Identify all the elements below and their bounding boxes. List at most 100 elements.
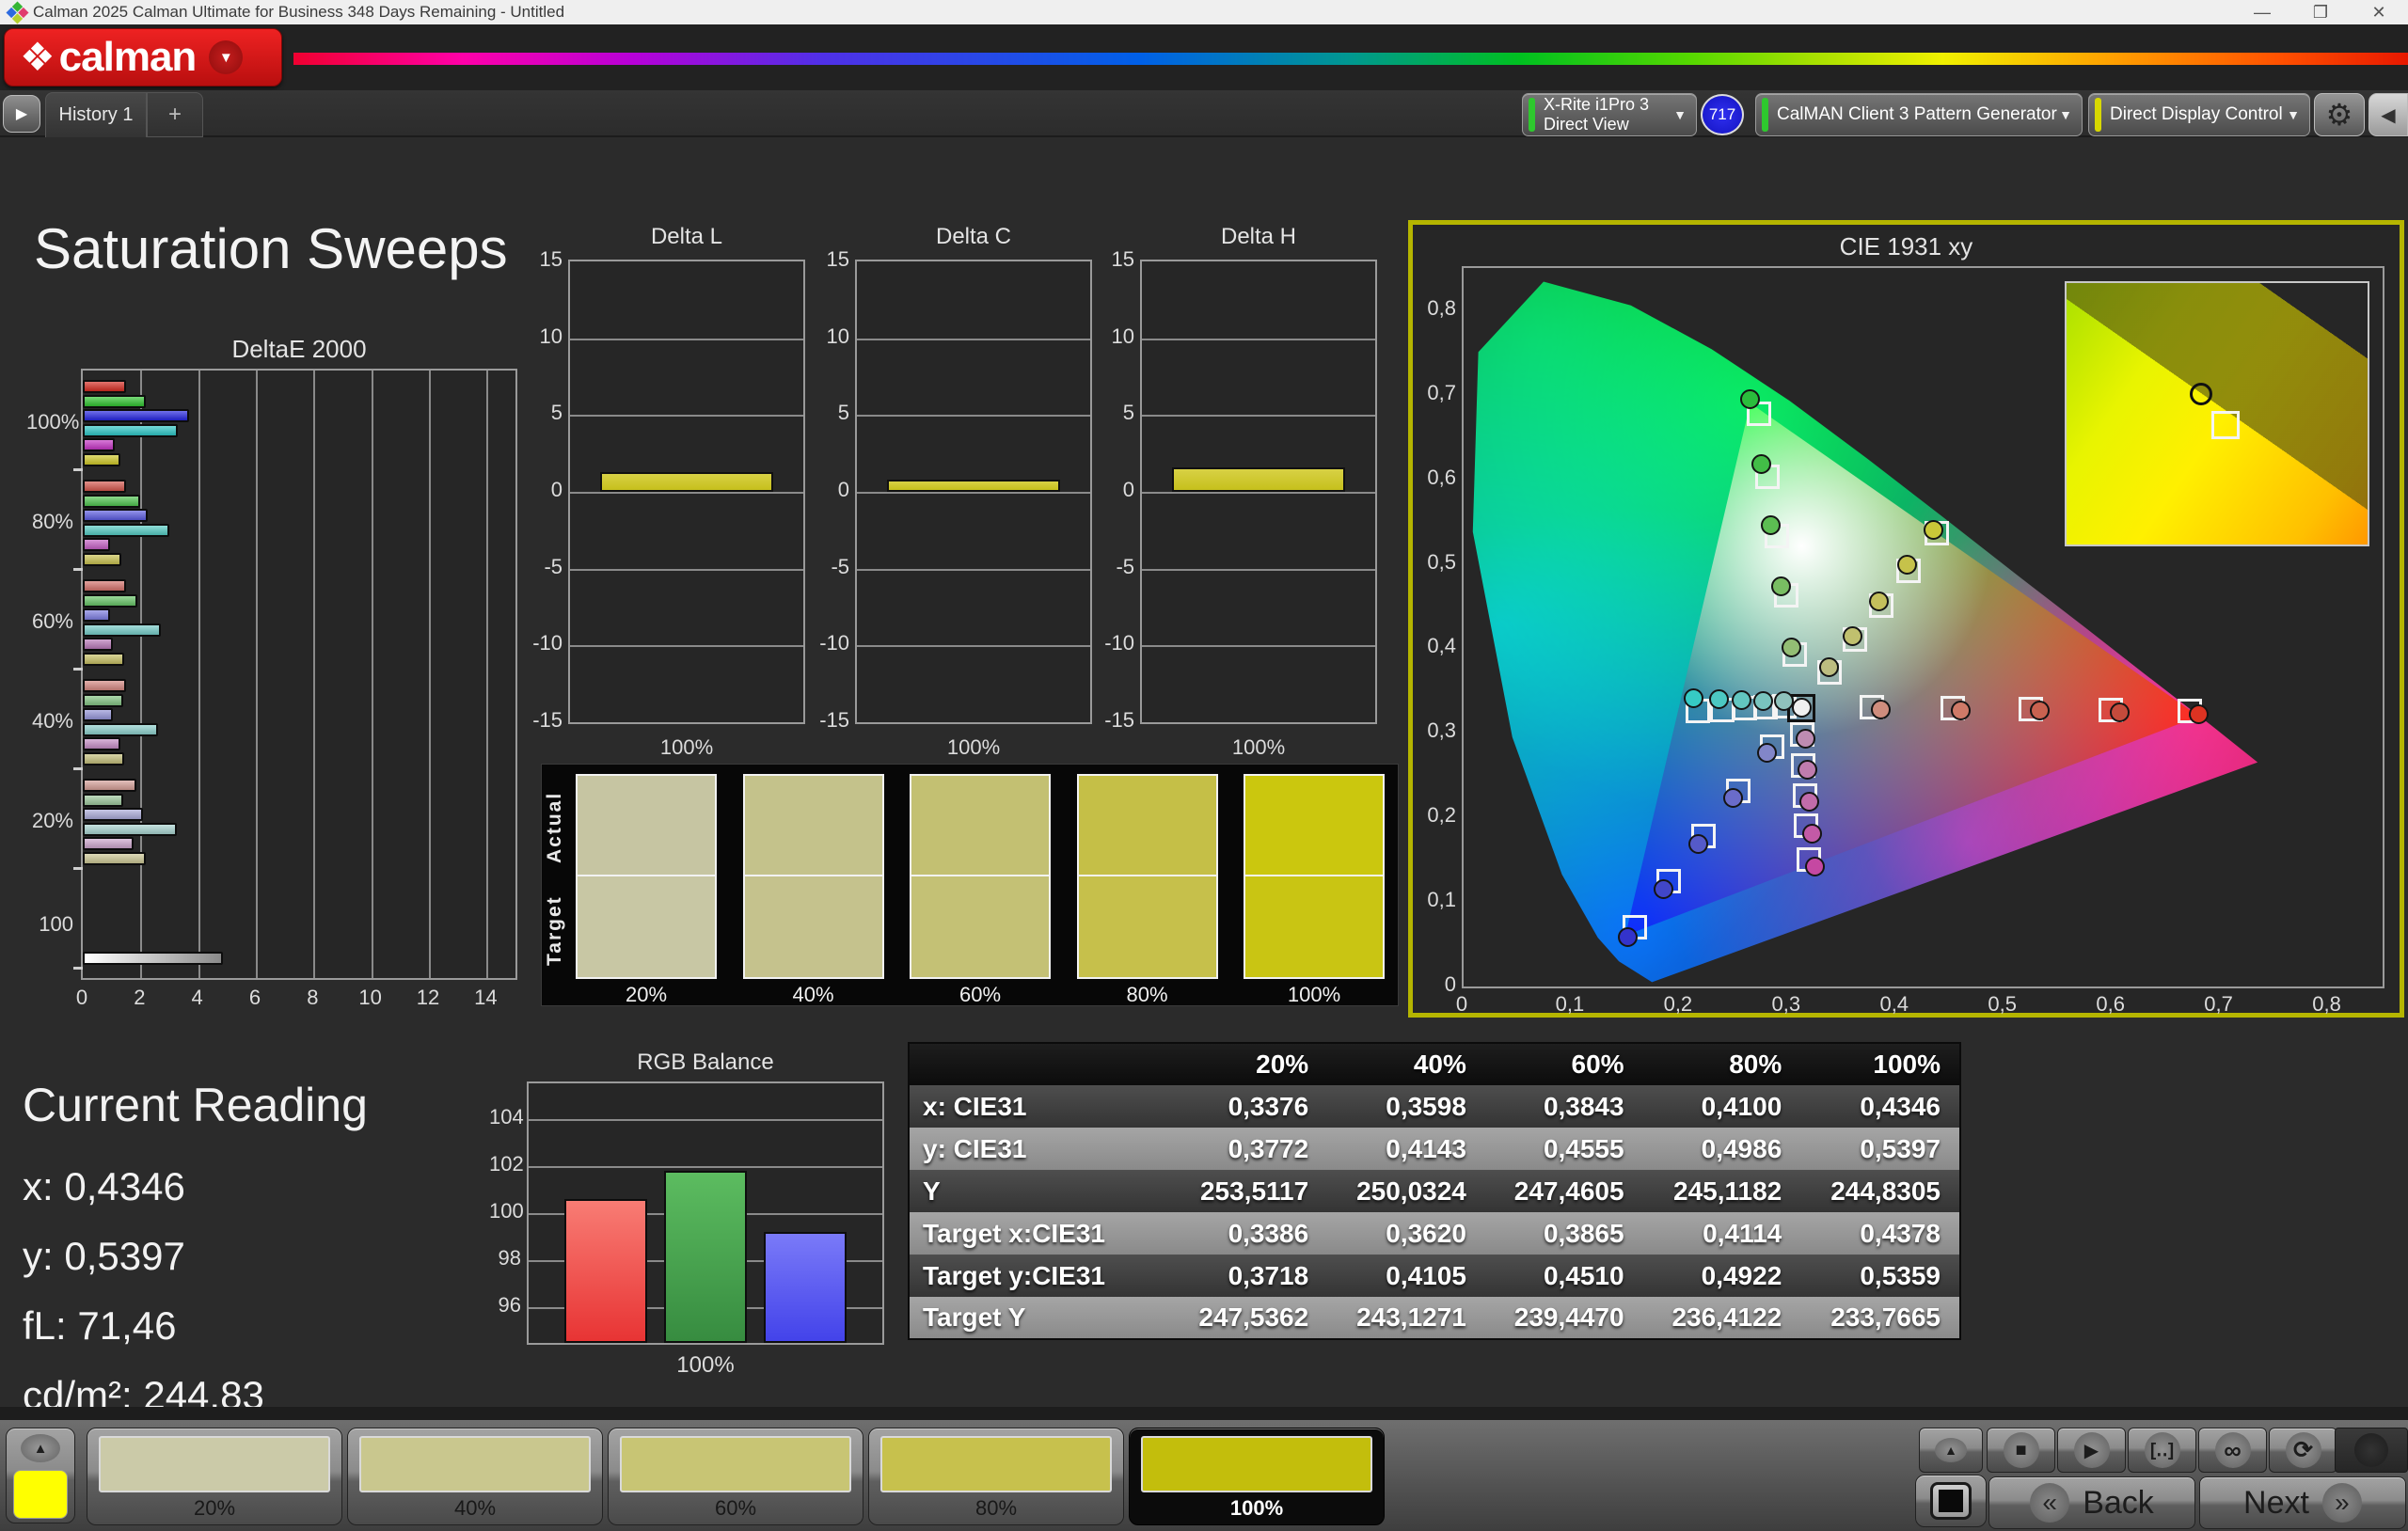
badge-label: 717 [1708, 105, 1736, 123]
table-cell: 247,4605 [1513, 1176, 1624, 1206]
table-cell: 0,3598 [1386, 1091, 1466, 1121]
cie-y-tick: 0,8 [1427, 295, 1456, 320]
calman-menu-caret[interactable]: ▼ [209, 40, 244, 74]
pattern-button-60%[interactable]: 60% [608, 1428, 863, 1525]
rgb-balance-title: RGB Balance [637, 1050, 774, 1075]
delta_h-gridline [1142, 338, 1375, 340]
stop-button[interactable]: ■ [1987, 1428, 2055, 1473]
delta_c-y-tick: -10 [819, 631, 849, 655]
deltae-bar [83, 837, 134, 850]
deltae-y-label: 80% [31, 510, 73, 533]
cie-1931-plot [1462, 266, 2384, 988]
loop-button[interactable]: ∞ [2198, 1428, 2267, 1473]
display-control-dropdown[interactable]: Direct Display Control ▼ [2088, 93, 2310, 136]
meter-dropdown[interactable]: X-Rite i1Pro 3 Direct View ▼ [1522, 93, 1697, 136]
delta_h-gridline [1142, 415, 1375, 418]
play-button[interactable]: ▶ [2057, 1428, 2126, 1473]
calman-logo-text: calman [58, 34, 198, 80]
tab-scroll-button[interactable]: ▶ [3, 95, 40, 133]
range-icon: [‥] [2149, 1440, 2175, 1460]
delta_c-bar [887, 479, 1060, 492]
cie-x-tick: 0,6 [2096, 992, 2125, 1016]
pattern-generator-dropdown[interactable]: CalMAN Client 3 Pattern Generator ▼ [1755, 93, 2083, 136]
target-swatch [742, 876, 884, 979]
table-cell: 0,4346 [1860, 1091, 1941, 1121]
back-button[interactable]: « Back [1988, 1476, 2195, 1529]
delta_l-y-tick: 5 [550, 401, 562, 425]
next-button[interactable]: Next » [2199, 1476, 2406, 1529]
cie-measured-point [1896, 555, 1917, 576]
calman-menu-button[interactable]: ❖ calman ▼ [4, 28, 282, 87]
cie-measured-point [1818, 657, 1839, 678]
restore-icon[interactable]: ❐ [2291, 0, 2350, 24]
inset-target-point [2210, 411, 2240, 440]
rgb-bar-green [664, 1170, 747, 1343]
deltae-gridline [313, 371, 316, 978]
deltae-bar [83, 793, 123, 807]
settings-button[interactable]: ⚙ [2314, 93, 2365, 136]
table-cell: 0,4143 [1386, 1133, 1466, 1163]
pattern-button-40%[interactable]: 40% [347, 1428, 603, 1525]
delta_h-bar [1172, 466, 1345, 492]
pattern-swatch [99, 1436, 330, 1492]
deltae-plot [81, 369, 517, 980]
bottom-toolbar: ▲ 20% 40% 60% 80% 100% ▲ ■ ▶ [‥] ∞ ⟳ « Back … [0, 1420, 2408, 1531]
deltae-x-tick: 10 [358, 986, 382, 1009]
pattern-swatch [620, 1436, 851, 1492]
pattern-button-80%[interactable]: 80% [868, 1428, 1124, 1525]
target-swatch [1076, 876, 1218, 979]
cie-measured-point [1751, 454, 1771, 475]
current-reading-panel: Current Reading x: 0,4346 y: 0,5397 fL: … [23, 1078, 368, 1443]
pattern-button-100%[interactable]: 100% [1129, 1428, 1385, 1525]
rgb-balance-xlabel: 100% [676, 1352, 735, 1378]
pattern-window-button[interactable] [1915, 1475, 1987, 1527]
inactive-circle-icon [2354, 1433, 2388, 1467]
pattern-button-20%[interactable]: 20% [87, 1428, 342, 1525]
cie-measured-point [1757, 742, 1778, 763]
deltae-bar [83, 652, 125, 666]
rgb-y-tick: 100 [489, 1199, 524, 1223]
add-tab-button[interactable]: + [147, 92, 203, 137]
refresh-icon: ⟳ [2293, 1437, 2313, 1463]
infinity-icon: ∞ [2224, 1435, 2242, 1464]
back-label: Back [2083, 1484, 2154, 1521]
refresh-button[interactable]: ⟳ [2269, 1428, 2337, 1473]
meter-count-badge[interactable]: 717 [1701, 94, 1744, 135]
minimize-icon[interactable]: — [2233, 0, 2291, 24]
rgb-balance-chart: RGB Balance 100% 104 102 100 98 96 [489, 1050, 899, 1394]
inset-measured-point [2190, 382, 2213, 405]
delta_h-xlabel: 100% [1231, 735, 1286, 759]
table-row-label: Target y:CIE31 [923, 1260, 1105, 1290]
delta_l-gridline [570, 338, 803, 340]
delta_h-y-tick: 0 [1122, 478, 1134, 501]
deltae-bar [83, 851, 147, 865]
rgb-balance-plot [527, 1081, 884, 1345]
pattern-list-up-button[interactable]: ▲ [1919, 1428, 1983, 1473]
deltae-bar [83, 509, 148, 522]
deltae-bar [83, 722, 158, 736]
stop-icon: ■ [2015, 1439, 2027, 1460]
chevrons-left-icon: « [2030, 1483, 2070, 1523]
cie-measured-point [1801, 823, 1822, 844]
actual-swatch [742, 774, 884, 876]
table-row-label: Target Y [923, 1302, 1026, 1332]
range-button[interactable]: [‥] [2128, 1428, 2196, 1473]
delta_c-y-tick: 10 [826, 324, 849, 348]
meter-line1: X-Rite i1Pro 3 [1544, 95, 1650, 115]
deltae-gridline [198, 371, 200, 978]
delta_l-y-tick: -15 [532, 708, 562, 732]
collapse-panel-button[interactable]: ◀ [2368, 93, 2408, 136]
tab-history-1[interactable]: History 1 [45, 92, 147, 137]
delta_h-y-tick: 15 [1111, 247, 1134, 271]
app-icon [6, 0, 29, 24]
deltae-bar [83, 623, 161, 637]
table-header-cell: 40% [1413, 1050, 1466, 1079]
table-cell: 0,3376 [1228, 1091, 1309, 1121]
table-cell: 0,5359 [1860, 1260, 1941, 1290]
table-cell: 233,7665 [1830, 1302, 1941, 1332]
pattern-nav-button[interactable]: ▲ [6, 1428, 75, 1523]
cie-1931-title: CIE 1931 xy [1839, 232, 1973, 260]
close-icon[interactable]: ✕ [2350, 0, 2408, 24]
cie-measured-point [1951, 700, 1972, 720]
up-arrow-icon: ▲ [1944, 1443, 1957, 1458]
